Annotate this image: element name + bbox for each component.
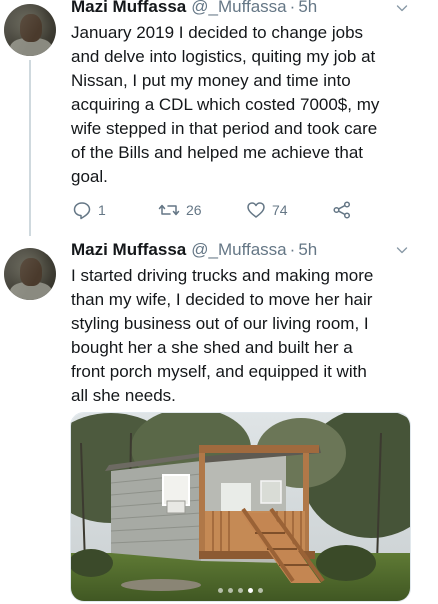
chevron-down-icon[interactable] [396,2,408,14]
author-name[interactable]: Mazi Muffassa [71,0,186,17]
tweet-timestamp[interactable]: 5h [298,240,317,260]
separator-dot: · [289,0,296,16]
carousel-dot[interactable] [218,588,223,593]
separator-dot: · [289,240,296,259]
carousel-dot[interactable] [238,588,243,593]
tweet-text-line: styling business out of our living room,… [71,314,369,333]
tweet-text-line: than my wife, I decided to move her hair [71,290,373,309]
like-button[interactable]: 74 [246,200,288,220]
author-handle[interactable]: @_Muffassa [191,240,286,260]
tweet-actions: 1 26 74 [72,200,372,222]
tweet-timestamp[interactable]: 5h [298,0,317,17]
tweet-photo[interactable] [70,412,411,602]
like-count: 74 [272,202,288,218]
tweet-text-line: all she needs. [71,386,176,405]
retweet-button[interactable]: 26 [158,200,202,220]
author-name[interactable]: Mazi Muffassa [71,240,186,260]
tweet-text-line: acquiring a CDL which costed 7000$, my [71,95,380,114]
tweet-text: I started driving trucks and making more… [71,264,421,408]
tweet-text-line: front porch myself, and equipped it with [71,362,367,381]
chevron-down-icon[interactable] [396,244,408,256]
tweet-text-line: I started driving trucks and making more [71,266,374,285]
reply-button[interactable]: 1 [72,200,106,220]
tweet[interactable]: Mazi Muffassa @_Muffassa · 5h I started … [0,236,438,604]
tweet-header: Mazi Muffassa @_Muffassa · 5h [71,0,317,17]
tweet-text-line: bought her a she shed and built her a [71,338,353,357]
carousel-indicator [71,588,410,593]
avatar[interactable] [4,248,56,300]
like-icon [246,200,266,220]
carousel-dot[interactable] [228,588,233,593]
tweet[interactable]: Mazi Muffassa @_Muffassa · 5h January 20… [0,0,438,236]
tweet-text-line: Nissan, I put my money and time into [71,71,351,90]
carousel-dot-active[interactable] [248,588,253,593]
share-button[interactable] [332,200,352,220]
tweet-text-line: wife stepped in that period and took car… [71,119,378,138]
tweet-text: January 2019 I decided to change jobs an… [71,21,421,189]
retweet-count: 26 [186,202,202,218]
reply-count: 1 [98,202,106,218]
tweet-text-line: of the Bills and helped me achieve that [71,143,364,162]
carousel-dot[interactable] [258,588,263,593]
tweet-text-line: and delve into logistics, quiting my job… [71,47,376,66]
tweet-header: Mazi Muffassa @_Muffassa · 5h [71,240,317,260]
tweet-text-line: goal. [71,167,108,186]
share-icon [332,200,352,220]
photo-she-shed [71,413,410,601]
reply-icon [72,200,92,220]
retweet-icon [158,200,180,220]
tweet-text-line: January 2019 I decided to change jobs [71,23,364,42]
avatar[interactable] [4,4,56,56]
author-handle[interactable]: @_Muffassa [191,0,286,17]
